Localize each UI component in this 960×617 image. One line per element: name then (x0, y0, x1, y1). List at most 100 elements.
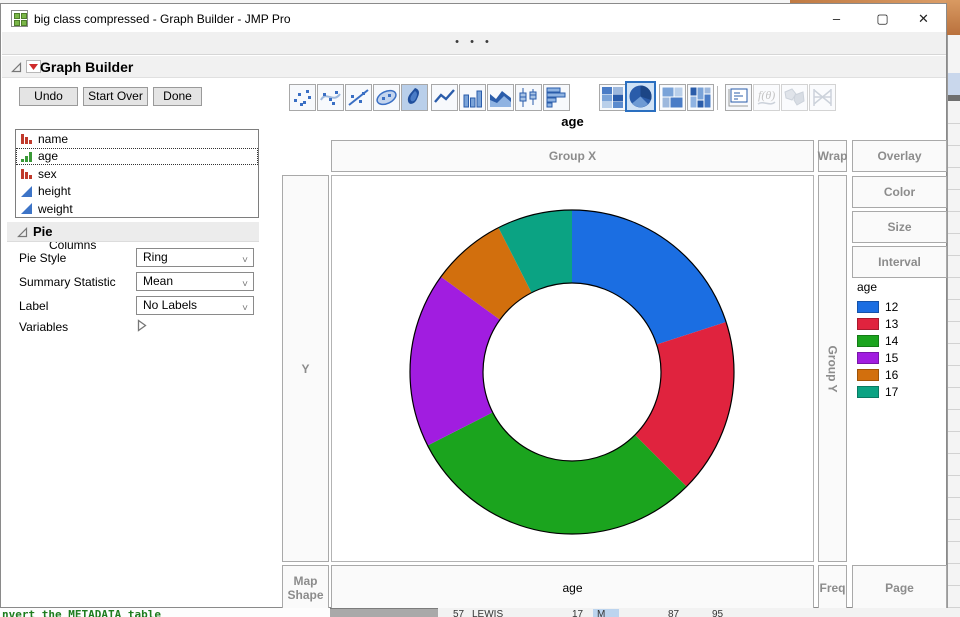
variables-expand-icon[interactable] (137, 319, 147, 332)
legend-swatch[interactable] (857, 334, 879, 347)
collapse-triangle-icon[interactable] (17, 227, 28, 238)
chart-title: age (561, 114, 584, 129)
close-button[interactable]: ✕ (901, 5, 946, 32)
legend: age 12 13 14 15 16 17 (857, 280, 898, 400)
column-item-sex[interactable]: sex (16, 165, 258, 183)
background-spreadsheet-window (947, 35, 960, 617)
background-sheet-gridline (948, 475, 960, 476)
legend-swatch[interactable] (857, 368, 879, 381)
ellipse-icon[interactable] (373, 84, 400, 111)
background-windows-sliver: nvert the METADATA table 57 LEWIS 17 M 8… (0, 608, 960, 617)
drop-zone-overlay[interactable]: Overlay (852, 140, 947, 172)
column-item-name[interactable]: name (16, 130, 258, 148)
drop-zone-interval[interactable]: Interval (852, 246, 947, 278)
pie-style-label: Pie Style (19, 251, 67, 265)
undo-button[interactable]: Undo (19, 87, 78, 106)
contour-icon[interactable] (401, 84, 428, 111)
background-sheet-gridline (948, 145, 960, 146)
histogram-icon[interactable] (543, 84, 570, 111)
window-title: big class compressed - Graph Builder - J… (34, 12, 291, 26)
drop-zone-group-y[interactable]: Group Y (818, 175, 847, 562)
background-sheet-gridline (948, 541, 960, 542)
label-dropdown[interactable]: No Labels ˅ (136, 296, 254, 315)
label-label: Label (19, 299, 49, 313)
caption-box-icon[interactable] (725, 84, 752, 111)
desktop-wallpaper-right (946, 0, 960, 35)
minimize-button[interactable]: – (814, 5, 859, 32)
legend-entry[interactable]: 12 (857, 298, 898, 315)
background-sheet-gridline (948, 233, 960, 234)
background-sheet-gridline (948, 365, 960, 366)
area-icon[interactable] (487, 84, 514, 111)
line-icon[interactable] (431, 84, 458, 111)
x-axis-label-zone[interactable]: age (331, 565, 814, 610)
legend-swatch[interactable] (857, 300, 879, 313)
jmp-table-icon (11, 10, 28, 27)
maximize-button[interactable]: ▢ (860, 5, 905, 32)
drop-zone-map-shape[interactable]: Map Shape (282, 565, 329, 610)
treemap-icon[interactable] (659, 84, 686, 111)
legend-entry[interactable]: 15 (857, 349, 898, 366)
legend-swatch[interactable] (857, 317, 879, 330)
line-of-fit-icon[interactable] (345, 84, 372, 111)
chevron-down-icon: ˅ (242, 255, 248, 266)
background-sheet-gridline (948, 431, 960, 432)
drop-zone-freq[interactable]: Freq (818, 565, 847, 610)
background-script-text: nvert the METADATA table (2, 608, 161, 617)
nominal-column-icon (21, 134, 32, 145)
chevron-down-icon: ˅ (242, 279, 248, 290)
background-sheet-gridline (948, 167, 960, 168)
plot-area[interactable] (331, 175, 814, 562)
nominal-column-icon (21, 169, 32, 180)
summary-statistic-dropdown[interactable]: Mean ˅ (136, 272, 254, 291)
collapse-triangle-icon[interactable] (11, 62, 22, 73)
legend-entry[interactable]: 14 (857, 332, 898, 349)
continuous-column-icon (21, 185, 32, 197)
background-sheet-gridline (948, 497, 960, 498)
ring-chart[interactable] (332, 176, 813, 561)
background-sheet-gridline (948, 585, 960, 586)
title-bar[interactable]: big class compressed - Graph Builder - J… (2, 5, 946, 32)
pie-section-title: Pie (33, 224, 53, 239)
formula-icon[interactable]: f(θ) (753, 84, 780, 111)
background-window-edge (330, 608, 438, 617)
mosaic-icon[interactable] (687, 84, 714, 111)
column-item-weight[interactable]: weight (16, 200, 258, 218)
toolbar-separator (717, 86, 718, 110)
legend-entry[interactable]: 16 (857, 366, 898, 383)
background-sheet-gridline (948, 321, 960, 322)
legend-swatch[interactable] (857, 351, 879, 364)
legend-entry[interactable]: 17 (857, 383, 898, 400)
background-sheet-gridline (948, 211, 960, 212)
column-item-height[interactable]: height (16, 183, 258, 201)
drop-zone-color[interactable]: Color (852, 176, 947, 208)
bar-icon[interactable] (459, 84, 486, 111)
grip-dots-icon[interactable]: • • • (2, 36, 946, 48)
box-plot-icon[interactable] (515, 84, 542, 111)
red-triangle-menu-button[interactable] (26, 60, 41, 73)
background-sheet-gridline (948, 189, 960, 190)
points-icon[interactable] (289, 84, 316, 111)
pie-style-dropdown[interactable]: Ring ˅ (136, 248, 254, 267)
map-shapes-icon[interactable] (781, 84, 808, 111)
done-button[interactable]: Done (153, 87, 202, 106)
column-item-age[interactable]: age (16, 147, 258, 165)
toolbar-grip-strip: • • • (2, 32, 946, 55)
drop-zone-y[interactable]: Y (282, 175, 329, 562)
drop-zone-size[interactable]: Size (852, 211, 947, 243)
legend-entry[interactable]: 13 (857, 315, 898, 332)
screen: big class compressed - Graph Builder - J… (0, 0, 960, 617)
legend-swatch[interactable] (857, 385, 879, 398)
drop-zone-page[interactable]: Page (852, 565, 947, 610)
start-over-button[interactable]: Start Over (83, 87, 148, 106)
parallel-plot-icon[interactable] (809, 84, 836, 111)
x-axis-label: age (562, 580, 583, 595)
heatmap-icon[interactable] (599, 84, 626, 111)
continuous-column-icon (21, 203, 32, 215)
drop-zone-wrap[interactable]: Wrap (818, 140, 847, 172)
svg-text:f(θ): f(θ) (758, 88, 775, 102)
smoother-icon[interactable] (317, 84, 344, 111)
background-sheet-header (948, 73, 960, 95)
pie-icon[interactable] (625, 81, 656, 112)
drop-zone-group-x[interactable]: Group X (331, 140, 814, 172)
